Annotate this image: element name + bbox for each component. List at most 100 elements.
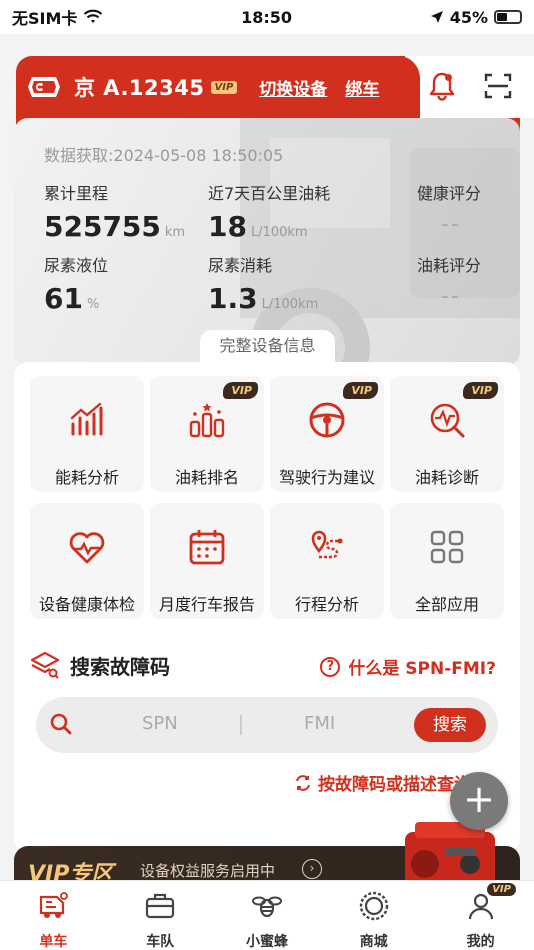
stat-health-score: 健康评分 -- xyxy=(417,180,481,237)
tile-monthly-report[interactable]: 月度行车报告 xyxy=(150,503,264,619)
header-curve xyxy=(390,56,420,118)
stat-unit: km xyxy=(164,225,186,240)
arrow-right-icon: › xyxy=(302,859,322,879)
battery-percent: 45% xyxy=(449,7,488,27)
full-device-info-tab[interactable]: 完整设备信息 xyxy=(200,330,335,364)
fault-search-title: 搜索故障码 xyxy=(70,654,170,679)
user-icon xyxy=(468,893,493,920)
tile-driving-advice[interactable]: VIP 驾驶行为建议 xyxy=(270,376,384,492)
fault-code-search-bar: SPN FMI 搜索 xyxy=(36,697,498,753)
stat-unit: L/100km xyxy=(261,297,319,312)
carrier-text: 无SIM卡 xyxy=(12,9,78,28)
layers-search-icon xyxy=(30,651,60,679)
nav-label: 商城 xyxy=(359,934,388,950)
stat-fuel-7days: 近7天百公里油耗 18 L/100km xyxy=(208,180,330,243)
tile-fuel-diagnosis[interactable]: VIP 油耗诊断 xyxy=(390,376,504,492)
nav-bee[interactable]: 小蜜蜂 xyxy=(214,881,321,950)
stat-label: 尿素液位 xyxy=(44,256,109,275)
search-icon xyxy=(50,713,72,735)
tile-label: 设备健康体检 xyxy=(38,595,135,614)
notification-bell-icon[interactable] xyxy=(426,70,458,102)
tile-all-apps[interactable]: 全部应用 xyxy=(390,503,504,619)
stat-fuel-score: 油耗评分 -- xyxy=(417,252,481,309)
vip-tag: VIP xyxy=(223,382,258,399)
stat-label: 油耗评分 xyxy=(417,256,482,275)
header-actions-area xyxy=(405,56,534,118)
bottom-navigation: 单车 车队 小蜜蜂 商城 VIP 我的 xyxy=(0,880,534,950)
heart-pulse-icon xyxy=(69,532,105,564)
route-icon xyxy=(311,530,343,559)
tile-label: 油耗诊断 xyxy=(414,468,479,487)
cummins-logo-icon xyxy=(28,77,60,97)
plate-number: 京 A.12345 xyxy=(74,76,205,100)
tile-trip-analysis[interactable]: 行程分析 xyxy=(270,503,384,619)
briefcase-icon xyxy=(146,893,175,919)
search-by-description-label: 按故障码或描述查询 xyxy=(318,775,471,795)
status-bar: 无SIM卡 18:50 45% xyxy=(0,0,534,34)
ranking-icon xyxy=(189,403,225,438)
nav-label: 我的 xyxy=(466,934,495,950)
vip-tag: VIP xyxy=(343,382,378,399)
bind-car-link[interactable]: 绑车 xyxy=(345,75,379,100)
stat-label: 健康评分 xyxy=(417,184,482,203)
what-is-spn-fmi-link[interactable]: ? 什么是 SPN-FMI? xyxy=(320,654,496,679)
nav-label: 小蜜蜂 xyxy=(245,934,288,950)
stat-value: 525755 xyxy=(44,210,161,243)
stat-unit: L/100km xyxy=(250,225,308,240)
vehicle-stats-card[interactable]: 数据获取:2024-05-08 18:50:05 累计里程 525755 km 近… xyxy=(14,118,520,366)
tile-label: 油耗排名 xyxy=(174,468,239,487)
add-floating-button[interactable]: + xyxy=(450,772,508,830)
nav-single-vehicle[interactable]: 单车 xyxy=(0,881,107,950)
nav-mall[interactable]: 商城 xyxy=(320,881,427,950)
diagnosis-icon xyxy=(430,403,465,438)
tile-energy-analysis[interactable]: 能耗分析 xyxy=(30,376,144,492)
search-button[interactable]: 搜索 xyxy=(414,708,486,742)
apps-grid-icon xyxy=(430,530,464,564)
gear-wheel-icon xyxy=(359,891,388,921)
help-icon: ? xyxy=(320,656,341,677)
stat-label: 累计里程 xyxy=(44,184,109,203)
tile-label: 月度行车报告 xyxy=(158,595,255,614)
stat-label: 近7天百公里油耗 xyxy=(208,184,331,203)
input-divider xyxy=(240,715,242,735)
calendar-icon xyxy=(189,530,225,565)
nav-label: 车队 xyxy=(146,934,175,950)
switch-device-link[interactable]: 切换设备 xyxy=(259,75,327,100)
stat-urea-level: 尿素液位 61% xyxy=(44,252,108,315)
vip-tag: VIP xyxy=(463,382,498,399)
stat-urea-consumption: 尿素消耗 1.3 L/100km xyxy=(208,252,318,315)
tile-label: 全部应用 xyxy=(414,595,479,614)
scan-icon[interactable] xyxy=(482,70,514,102)
stat-value: -- xyxy=(441,284,461,309)
stat-mileage: 累计里程 525755 km xyxy=(44,180,185,243)
tile-fuel-ranking[interactable]: VIP 油耗排名 xyxy=(150,376,264,492)
stat-unit: % xyxy=(86,297,100,312)
nav-label: 单车 xyxy=(39,934,68,950)
battery-icon xyxy=(493,10,522,24)
energy-chart-icon xyxy=(70,402,103,436)
stat-value: -- xyxy=(441,212,461,237)
fmi-input[interactable]: FMI xyxy=(304,713,335,734)
nav-fleet[interactable]: 车队 xyxy=(107,881,214,950)
stat-value: 61 xyxy=(44,282,83,315)
search-by-description-link[interactable]: 按故障码或描述查询 xyxy=(294,770,471,795)
spn-input[interactable]: SPN xyxy=(142,713,178,734)
location-arrow-icon xyxy=(430,11,443,23)
tile-label: 驾驶行为建议 xyxy=(278,468,375,487)
fault-search-header: 搜索故障码 xyxy=(30,650,170,680)
bee-icon xyxy=(251,896,282,918)
stat-value: 18 xyxy=(208,210,247,243)
vip-zone-subtitle: 设备权益服务启用中 xyxy=(140,862,276,880)
vehicle-circuit-icon xyxy=(40,892,69,918)
vip-badge: VIP xyxy=(210,80,238,94)
wifi-icon xyxy=(84,9,103,23)
steering-wheel-icon xyxy=(309,402,345,438)
stat-value: 1.3 xyxy=(208,282,258,315)
tile-label: 行程分析 xyxy=(294,595,359,614)
swap-icon xyxy=(296,774,310,791)
tile-label: 能耗分析 xyxy=(54,468,119,487)
nav-me[interactable]: VIP 我的 xyxy=(427,881,534,950)
data-timestamp: 数据获取:2024-05-08 18:50:05 xyxy=(44,146,284,165)
what-is-spn-fmi-label: 什么是 SPN-FMI? xyxy=(348,659,496,679)
tile-device-health-check[interactable]: 设备健康体检 xyxy=(30,503,144,619)
